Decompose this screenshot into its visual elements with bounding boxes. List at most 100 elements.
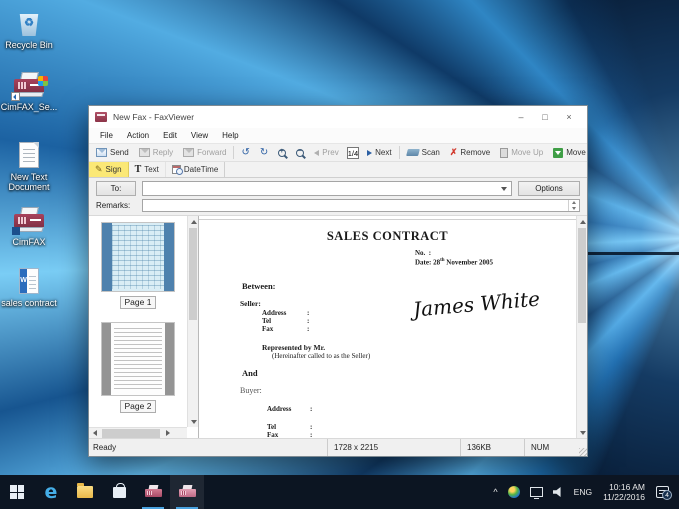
page-indicator[interactable]: 1/4	[347, 147, 359, 159]
scroll-right-icon[interactable]	[162, 428, 173, 439]
resize-grip[interactable]	[579, 448, 587, 456]
contract-title: SALES CONTRACT	[199, 229, 576, 244]
signature[interactable]: James White	[388, 284, 564, 323]
text-tool-button[interactable]: T Text	[129, 162, 166, 177]
chevron-down-icon	[501, 187, 507, 191]
desktop-icon-label: New Text Document	[0, 172, 58, 192]
menu-view[interactable]: View	[184, 131, 215, 140]
recycle-bin-icon: ♻	[12, 8, 46, 38]
network-monitor-icon	[530, 487, 543, 497]
zoom-out-icon: −	[296, 149, 304, 157]
desktop-icon-cimfax[interactable]: CimFAX	[0, 205, 58, 247]
to-button[interactable]: To:	[96, 181, 136, 196]
between-label: Between:	[242, 281, 276, 291]
taskbar-edge-button[interactable]: e	[34, 475, 68, 509]
scroll-left-icon[interactable]	[89, 428, 100, 439]
taskbar-cimfax-button[interactable]	[136, 475, 170, 509]
scroll-down-icon[interactable]	[188, 416, 199, 427]
rotate-left-icon: ↺	[241, 148, 249, 158]
datetime-button[interactable]: DateTime	[166, 162, 224, 177]
app-fax-icon	[95, 112, 107, 122]
buyer-label: Buyer:	[240, 386, 262, 395]
language-indicator[interactable]: ENG	[569, 475, 597, 509]
maximize-button[interactable]: □	[533, 108, 557, 126]
move-down-button[interactable]: Move Do	[548, 145, 587, 161]
forward-icon	[183, 148, 194, 157]
prev-page-button[interactable]: Prev	[309, 145, 343, 161]
buyer-fax-label: Fax	[267, 431, 278, 438]
taskbar-faxviewer-button[interactable]	[170, 475, 204, 509]
page2-label[interactable]: Page 2	[120, 400, 157, 413]
menu-edit[interactable]: Edit	[156, 131, 184, 140]
titlebar[interactable]: New Fax - FaxViewer – □ ×	[89, 106, 587, 128]
sign-button[interactable]: ✎ Sign	[89, 162, 129, 177]
thumbnail-vertical-scrollbar[interactable]	[187, 216, 198, 427]
scrollbar-thumb[interactable]	[578, 228, 586, 323]
minimize-button[interactable]: –	[509, 108, 533, 126]
zoom-in-button[interactable]: +	[273, 145, 291, 161]
menu-action[interactable]: Action	[120, 131, 156, 140]
contract-no-line: No. :	[415, 249, 431, 257]
taskbar: e ^ ENG 10:16 AM 11/22/2016	[0, 475, 679, 509]
next-page-button[interactable]: Next	[362, 145, 396, 161]
remarks-spinner[interactable]	[568, 200, 579, 211]
desktop-icon-recycle-bin[interactable]: ♻ Recycle Bin	[0, 8, 58, 50]
tray-date: 11/22/2016	[603, 492, 645, 502]
remove-button[interactable]: ✗ Remove	[445, 145, 495, 161]
recipient-row: To: Options	[89, 178, 587, 198]
scroll-down-icon[interactable]	[577, 427, 588, 438]
taskbar-file-explorer-button[interactable]	[68, 475, 102, 509]
desktop-icon-label: sales contract	[0, 298, 58, 308]
zoom-in-icon: +	[278, 149, 286, 157]
reply-button[interactable]: Reply	[134, 145, 178, 161]
rotate-left-button[interactable]: ↺	[236, 145, 254, 161]
reply-icon	[139, 148, 150, 157]
fax-page[interactable]: SALES CONTRACT No. : Date: 28th November…	[199, 219, 576, 438]
toolbar-separator	[233, 146, 234, 159]
status-num-lock: NUM	[524, 439, 579, 456]
taskbar-store-button[interactable]	[102, 475, 136, 509]
clock[interactable]: 10:16 AM 11/22/2016	[597, 475, 651, 509]
speaker-icon	[553, 487, 564, 497]
scroll-up-icon[interactable]	[577, 216, 588, 227]
document-vertical-scrollbar[interactable]	[576, 216, 587, 438]
menu-help[interactable]: Help	[215, 131, 245, 140]
close-button[interactable]: ×	[557, 108, 581, 126]
status-ready: Ready	[89, 439, 327, 456]
seller-tel-label: Tel	[262, 317, 271, 325]
start-button[interactable]	[0, 475, 34, 509]
volume-button[interactable]	[548, 475, 569, 509]
scrollbar-thumb[interactable]	[189, 228, 197, 320]
remarks-input[interactable]	[142, 199, 580, 212]
show-hidden-icons-button[interactable]: ^	[488, 475, 502, 509]
page2-thumbnail[interactable]	[101, 322, 175, 396]
rotate-right-button[interactable]: ↻	[255, 145, 273, 161]
action-center-button[interactable]: 4	[651, 475, 679, 509]
desktop: ♻ Recycle Bin CimFAX_Se... New Text Docu…	[0, 0, 679, 509]
desktop-icon-cimfax-shortcut[interactable]: CimFAX_Se...	[0, 70, 58, 112]
desktop-icon-new-text-document[interactable]: New Text Document	[0, 140, 58, 192]
zoom-out-button[interactable]: −	[291, 145, 309, 161]
page1-thumbnail[interactable]	[101, 222, 175, 292]
send-button[interactable]: Send	[91, 145, 134, 161]
scrollbar-thumb[interactable]	[102, 429, 160, 438]
scroll-up-icon[interactable]	[188, 216, 199, 227]
thumbnail-horizontal-scrollbar[interactable]	[89, 427, 187, 438]
document-view[interactable]: SALES CONTRACT No. : Date: 28th November…	[199, 216, 587, 438]
network-button[interactable]	[525, 475, 548, 509]
faxviewer-window: New Fax - FaxViewer – □ × File Action Ed…	[88, 105, 588, 457]
tray-app-button[interactable]	[503, 475, 525, 509]
edge-icon: e	[45, 483, 58, 502]
recipient-combobox[interactable]	[142, 181, 512, 196]
desktop-icon-sales-contract[interactable]: W sales contract	[0, 266, 58, 308]
options-button[interactable]: Options	[518, 181, 580, 196]
status-bar: Ready 1728 x 2215 136KB NUM	[89, 438, 587, 456]
forward-button[interactable]: Forward	[178, 145, 231, 161]
scanner-icon	[406, 149, 420, 156]
page1-label[interactable]: Page 1	[120, 296, 157, 309]
scan-button[interactable]: Scan	[402, 145, 445, 161]
send-icon	[96, 148, 107, 157]
desktop-icon-label: Recycle Bin	[0, 40, 58, 50]
menu-file[interactable]: File	[93, 131, 120, 140]
move-up-button[interactable]: Move Up	[495, 145, 548, 161]
